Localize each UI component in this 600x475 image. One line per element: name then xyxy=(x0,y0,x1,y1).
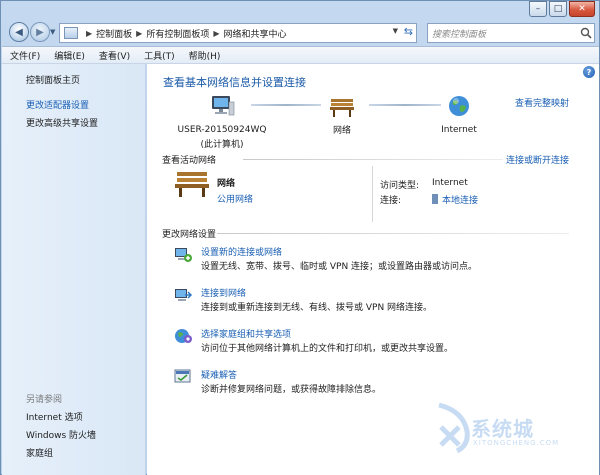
section-divider xyxy=(243,159,503,160)
sidebar-item-advanced-sharing[interactable]: 更改高级共享设置 xyxy=(26,116,98,129)
sidebar: 控制面板主页 更改适配器设置 更改高级共享设置 另请参阅 Internet 选项… xyxy=(2,64,146,475)
troubleshoot-icon xyxy=(174,369,191,383)
computer-name: USER-20150924WQ xyxy=(177,125,267,135)
breadcrumb-control-panel[interactable]: 控制面板 xyxy=(96,27,132,40)
network-label: 网络 xyxy=(332,126,351,136)
active-network-panel: 网络 公用网络 访问类型: Internet 连接: 本地连接 xyxy=(162,166,569,222)
task-description: 访问位于其他网络计算机上的文件和打印机，或更改共享设置。 xyxy=(201,344,454,354)
vertical-divider xyxy=(372,166,373,222)
window: ◀ ▶ ▼ ▶ 控制面板 ▶ 所有控制面板项 ▶ 网络和共享中心 ▼ ⇆ 搜索控… xyxy=(0,0,600,475)
menu-help[interactable]: 帮助(H) xyxy=(189,49,221,62)
access-type-label: 访问类型: xyxy=(380,181,420,191)
breadcrumb-network-center[interactable]: 网络和共享中心 xyxy=(224,27,287,40)
computer-node[interactable]: USER-20150924WQ (此计算机) xyxy=(177,94,267,150)
refresh-icon[interactable]: ⇆ xyxy=(404,25,413,38)
task-title[interactable]: 设置新的连接或网络 xyxy=(201,245,282,258)
search-icon[interactable] xyxy=(578,25,594,41)
window-controls: – □ ✕ xyxy=(527,1,595,17)
task-description: 诊断并修复网络问题，或获得故障排除信息。 xyxy=(201,385,382,395)
page-title: 查看基本网络信息并设置连接 xyxy=(163,76,306,89)
forward-arrow-icon: ▶ xyxy=(36,26,44,38)
homegroup-icon xyxy=(175,329,192,343)
close-button[interactable]: ✕ xyxy=(569,1,595,17)
network-node[interactable]: 网络 xyxy=(321,96,363,136)
address-bar[interactable]: ▶ 控制面板 ▶ 所有控制面板项 ▶ 网络和共享中心 ▼ ⇆ xyxy=(59,23,417,43)
menu-edit[interactable]: 编辑(E) xyxy=(54,49,85,62)
connection-line xyxy=(251,104,321,106)
back-button[interactable]: ◀ xyxy=(9,22,29,42)
see-also-heading: 另请参阅 xyxy=(26,395,63,405)
sidebar-home-link[interactable]: 控制面板主页 xyxy=(26,73,80,86)
task-description: 设置无线、宽带、拨号、临时或 VPN 连接；或设置路由器或访问点。 xyxy=(201,262,478,272)
internet-node[interactable]: Internet xyxy=(431,94,487,135)
breadcrumb-separator-icon[interactable]: ▶ xyxy=(86,29,92,38)
connection-label: 连接: xyxy=(380,196,402,206)
computer-sublabel: (此计算机) xyxy=(200,140,244,150)
task-title[interactable]: 连接到网络 xyxy=(201,286,246,299)
search-input[interactable]: 搜索控制面板 xyxy=(428,27,578,40)
sidebar-item-homegroup[interactable]: 家庭组 xyxy=(26,446,53,459)
globe-icon xyxy=(449,96,469,116)
connect-disconnect-link[interactable]: 连接或断开连接 xyxy=(506,153,569,166)
ethernet-icon xyxy=(432,194,438,204)
watermark-text: 系统城 xyxy=(471,417,534,441)
breadcrumb-all-items[interactable]: 所有控制面板项 xyxy=(146,27,209,40)
breadcrumb-separator-icon[interactable]: ▶ xyxy=(136,29,142,38)
active-network-name: 网络 xyxy=(217,179,236,189)
forward-button[interactable]: ▶ xyxy=(30,22,50,42)
minimize-button[interactable]: – xyxy=(529,1,547,17)
connect-network-icon xyxy=(175,289,193,301)
navigation-bar: ◀ ▶ ▼ ▶ 控制面板 ▶ 所有控制面板项 ▶ 网络和共享中心 ▼ ⇆ 搜索控… xyxy=(1,1,599,45)
help-icon[interactable]: ? xyxy=(583,66,595,78)
breadcrumb: ▶ 控制面板 ▶ 所有控制面板项 ▶ 网络和共享中心 xyxy=(82,27,287,40)
new-connection-icon xyxy=(175,248,192,262)
bench-network-icon xyxy=(330,99,354,117)
access-type-value: Internet xyxy=(432,178,468,188)
watermark-subtext: XITONGCHENG.COM xyxy=(473,439,560,447)
maximize-button[interactable]: □ xyxy=(549,1,567,17)
computer-icon xyxy=(212,96,235,116)
search-box[interactable]: 搜索控制面板 xyxy=(427,23,595,43)
main-content: ? 查看基本网络信息并设置连接 查看完整映射 USER-20150924WQ (… xyxy=(147,64,599,475)
watermark-logo-icon xyxy=(438,402,470,454)
menu-view[interactable]: 查看(V) xyxy=(99,49,130,62)
sidebar-item-internet-options[interactable]: Internet 选项 xyxy=(26,410,83,423)
task-title[interactable]: 选择家庭组和共享选项 xyxy=(201,327,291,340)
section-divider xyxy=(217,233,569,234)
breadcrumb-separator-icon[interactable]: ▶ xyxy=(213,29,219,38)
internet-label: Internet xyxy=(441,125,477,135)
view-full-map-link[interactable]: 查看完整映射 xyxy=(515,96,569,109)
menu-tools[interactable]: 工具(T) xyxy=(144,49,175,62)
change-settings-heading: 更改网络设置 xyxy=(162,230,217,240)
task-description: 连接到或重新连接到无线、有线、拨号或 VPN 网络连接。 xyxy=(201,303,433,313)
address-dropdown-icon[interactable]: ▼ xyxy=(393,27,398,35)
local-connection-text: 本地连接 xyxy=(442,196,479,206)
local-connection-link[interactable]: 本地连接 xyxy=(432,193,478,206)
task-title[interactable]: 疑难解答 xyxy=(201,368,237,381)
sidebar-item-adapter-settings[interactable]: 更改适配器设置 xyxy=(26,98,89,111)
menu-file[interactable]: 文件(F) xyxy=(10,49,40,62)
menu-bar: 文件(F) 编辑(E) 查看(V) 工具(T) 帮助(H) xyxy=(2,46,599,64)
network-type-link[interactable]: 公用网络 xyxy=(217,192,253,205)
back-arrow-icon: ◀ xyxy=(15,26,23,38)
bench-network-icon[interactable] xyxy=(174,168,210,198)
recent-pages-dropdown[interactable]: ▼ xyxy=(50,28,55,36)
sidebar-item-windows-firewall[interactable]: Windows 防火墙 xyxy=(26,428,96,441)
control-panel-icon xyxy=(64,27,78,39)
active-networks-heading: 查看活动网络 xyxy=(162,156,217,166)
site-watermark: 系统城 XITONGCHENG.COM xyxy=(433,399,583,459)
